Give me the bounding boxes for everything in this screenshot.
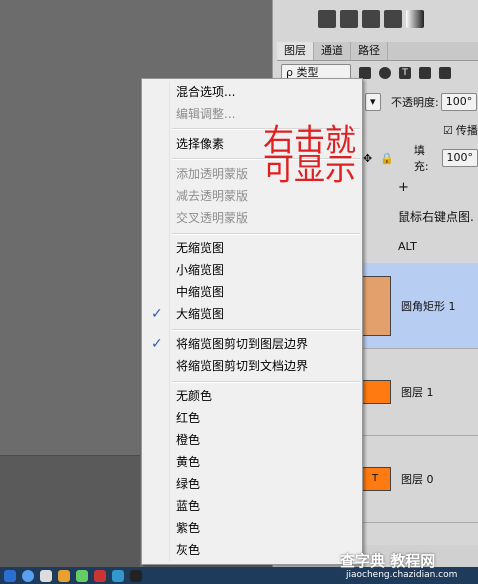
menu-item-medium-thumbnail[interactable]: 中缩览图 bbox=[144, 281, 360, 303]
watermark-url: jiaocheng.chazidian.com bbox=[346, 570, 458, 580]
app-icon[interactable] bbox=[58, 569, 70, 582]
menu-item-no-thumbnail[interactable]: 无缩览图 bbox=[144, 237, 360, 259]
canvas-lower-area bbox=[0, 455, 140, 568]
menu-item-intersect-transparency-mask[interactable]: 交叉透明蒙版 bbox=[144, 207, 360, 229]
qq-icon[interactable] bbox=[130, 569, 142, 582]
type-filter-icon[interactable]: T bbox=[399, 67, 411, 79]
shape-filter-icon[interactable] bbox=[419, 67, 431, 79]
layer-name: 圆角矩形 1 bbox=[401, 299, 456, 313]
watermark-text: 查字典 教程网 bbox=[340, 552, 436, 570]
blend-mode-select[interactable]: ▾ bbox=[365, 93, 381, 111]
tab-channels[interactable]: 通道 bbox=[314, 42, 351, 60]
layer-thumbnail: T bbox=[359, 467, 391, 491]
opacity-label: 不透明度: bbox=[391, 96, 439, 109]
menu-item-purple[interactable]: 紫色 bbox=[144, 517, 360, 539]
smart-filter-icon[interactable] bbox=[439, 67, 451, 79]
check-icon: ✓ bbox=[151, 336, 163, 352]
adjustment-icons bbox=[318, 10, 424, 32]
plus-text: + bbox=[398, 179, 409, 195]
alt-text: ALT bbox=[398, 239, 417, 253]
app-icon[interactable] bbox=[112, 569, 124, 582]
tab-layers[interactable]: 图层 bbox=[277, 42, 314, 60]
menu-separator bbox=[172, 329, 360, 331]
menu-item-orange[interactable]: 橙色 bbox=[144, 429, 360, 451]
adjust-filter-icon[interactable] bbox=[379, 67, 391, 79]
menu-item-yellow[interactable]: 黄色 bbox=[144, 451, 360, 473]
panel-tabs: 图层 通道 路径 bbox=[277, 42, 478, 61]
menu-item-subtract-transparency-mask[interactable]: 减去透明蒙版 bbox=[144, 185, 360, 207]
annotation-line-2: 可显示 bbox=[263, 152, 356, 188]
menu-item-large-thumbnail[interactable]: ✓ 大缩览图 bbox=[144, 303, 360, 325]
tab-paths[interactable]: 路径 bbox=[351, 42, 388, 60]
menu-item-green[interactable]: 绿色 bbox=[144, 473, 360, 495]
menu-item-clip-to-layer-bounds[interactable]: ✓ 将缩览图剪切到图层边界 bbox=[144, 333, 360, 355]
gradient-adjust-icon[interactable] bbox=[340, 10, 358, 28]
menu-item-blending-options[interactable]: 混合选项... bbox=[144, 81, 360, 103]
app-icon[interactable] bbox=[40, 569, 52, 582]
lock-all-icon[interactable]: 🔒 bbox=[380, 152, 394, 165]
app-icon[interactable] bbox=[94, 569, 106, 582]
menu-item-blue[interactable]: 蓝色 bbox=[144, 495, 360, 517]
tip-text: 鼠标右键点图. bbox=[398, 209, 474, 224]
app-icon[interactable] bbox=[76, 569, 88, 582]
layer-thumbnail bbox=[359, 275, 391, 336]
mask-adjust-icon[interactable] bbox=[384, 10, 402, 28]
propagate-checkbox[interactable]: ☑ bbox=[443, 124, 453, 137]
menu-separator bbox=[172, 381, 360, 383]
start-icon[interactable] bbox=[4, 569, 16, 582]
menu-item-small-thumbnail[interactable]: 小缩览图 bbox=[144, 259, 360, 281]
move-lock-icon[interactable]: ✥ bbox=[363, 152, 372, 165]
propagate-label: 传播 bbox=[455, 124, 478, 137]
menu-item-red[interactable]: 红色 bbox=[144, 407, 360, 429]
curves-adjust-icon[interactable] bbox=[362, 10, 380, 28]
menu-item-gray[interactable]: 灰色 bbox=[144, 539, 360, 561]
circle-adjust-icon[interactable] bbox=[318, 10, 336, 28]
menu-item-clip-to-document-bounds[interactable]: 将缩览图剪切到文档边界 bbox=[144, 355, 360, 377]
layer-name: 图层 1 bbox=[401, 386, 434, 399]
fill-label: 填充: bbox=[413, 144, 429, 173]
help-icon[interactable] bbox=[22, 569, 34, 582]
opacity-input[interactable]: 100° bbox=[440, 93, 478, 111]
menu-item-edit-adjustment[interactable]: 编辑调整... bbox=[144, 103, 360, 125]
menu-separator bbox=[172, 233, 360, 235]
gradient-map-icon[interactable] bbox=[406, 10, 424, 28]
check-icon: ✓ bbox=[151, 306, 163, 322]
layer-thumbnail bbox=[359, 380, 391, 404]
fill-input[interactable]: 100° bbox=[441, 149, 478, 167]
menu-item-no-color[interactable]: 无颜色 bbox=[144, 385, 360, 407]
layer-name: 图层 0 bbox=[401, 473, 434, 486]
